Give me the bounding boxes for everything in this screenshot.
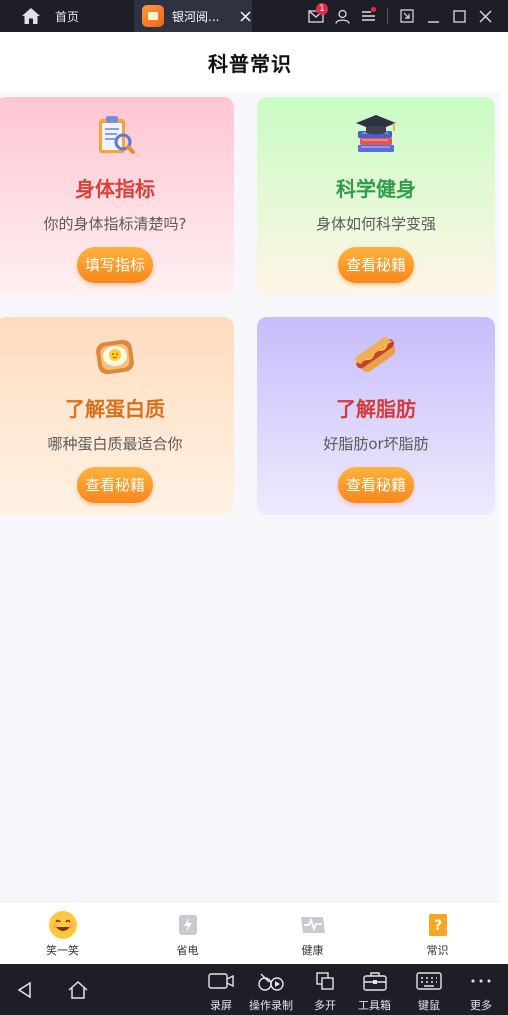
- battery-save-icon: [173, 910, 203, 940]
- egg-toast-icon: [91, 331, 139, 379]
- divider: [387, 8, 388, 24]
- macro-record-tool[interactable]: 操作录制: [249, 970, 293, 1013]
- card-subtitle: 哪种蛋白质最适合你: [47, 435, 183, 453]
- emulator-title-bar: 首页 银河阅... 1: [0, 0, 508, 32]
- close-window-button[interactable]: [472, 0, 498, 32]
- card-protein[interactable]: 了解蛋白质 哪种蛋白质最适合你 查看秘籍: [0, 317, 234, 515]
- multi-instance-tool[interactable]: 多开: [310, 970, 340, 1013]
- user-icon: [334, 9, 350, 24]
- home-tab-label: 首页: [55, 9, 80, 24]
- maximize-button[interactable]: [446, 0, 472, 32]
- more-icon: [466, 970, 496, 992]
- nav-tab-laugh[interactable]: 笑一笑: [0, 902, 125, 964]
- menu-button[interactable]: [355, 0, 381, 32]
- home-button[interactable]: [66, 978, 90, 1002]
- card-body-metrics[interactable]: 身体指标 你的身体指标清楚吗? 填写指标: [0, 97, 234, 295]
- record-screen-tool[interactable]: 录屏: [206, 970, 236, 1013]
- nav-label: 健康: [301, 944, 324, 957]
- emulator-toolbar: 录屏 操作录制 多开 工具箱 键鼠 更多: [0, 964, 508, 1015]
- clipboard-icon: [91, 111, 139, 159]
- toolbox-icon: [360, 970, 390, 992]
- close-tab-icon[interactable]: [238, 9, 252, 23]
- back-button[interactable]: [12, 978, 36, 1002]
- card-scientific-fitness[interactable]: 科学健身 身体如何科学变强 查看秘籍: [257, 97, 495, 295]
- app-tab-icon: [142, 5, 164, 27]
- macro-record-icon: [256, 970, 286, 992]
- card-subtitle: 身体如何科学变强: [315, 215, 436, 233]
- account-button[interactable]: [329, 0, 355, 32]
- question-book-icon: ?: [423, 910, 453, 940]
- multi-instance-icon: [310, 970, 340, 992]
- card-title: 身体指标: [75, 177, 155, 201]
- back-icon: [17, 981, 31, 999]
- fill-metrics-button[interactable]: 填写指标: [77, 247, 153, 283]
- message-button[interactable]: 1: [303, 0, 329, 32]
- shrink-icon: [400, 9, 414, 23]
- nav-tab-health[interactable]: 健康: [250, 902, 375, 964]
- minimize-icon: [427, 20, 439, 23]
- keyboard-icon: [414, 970, 444, 992]
- menu-dot: [371, 7, 376, 12]
- card-title: 了解蛋白质: [65, 397, 165, 421]
- tool-label: 录屏: [210, 999, 232, 1012]
- tool-label: 键鼠: [418, 999, 440, 1012]
- bottom-navigation: 笑一笑 省电 健康 ? 常识: [0, 901, 500, 964]
- home-outline-icon: [68, 980, 88, 999]
- app-screen: 科普常识 身体指标 你的身体指标清楚吗? 填写指标 科学健身 身体如何科学变强 …: [0, 32, 500, 964]
- maximize-icon: [452, 9, 466, 23]
- more-tool[interactable]: 更多: [466, 970, 496, 1013]
- books-graduation-cap-icon: [352, 111, 400, 159]
- view-tips-button[interactable]: 查看秘籍: [338, 247, 414, 283]
- smile-emoji-icon: [48, 910, 78, 940]
- close-icon: [479, 10, 491, 22]
- fullscreen-toggle-button[interactable]: [394, 0, 420, 32]
- view-tips-button[interactable]: 查看秘籍: [77, 467, 153, 503]
- card-title: 了解脂肪: [336, 397, 416, 421]
- card-title: 科学健身: [336, 177, 416, 201]
- nav-label: 常识: [426, 944, 449, 957]
- nav-tab-knowledge[interactable]: ? 常识: [375, 902, 500, 964]
- keymap-tool[interactable]: 键鼠: [414, 970, 444, 1013]
- home-icon: [20, 5, 42, 27]
- nav-label: 笑一笑: [46, 944, 79, 957]
- side-strip: [500, 32, 508, 964]
- screen-record-icon: [206, 970, 236, 992]
- view-tips-button[interactable]: 查看秘籍: [338, 467, 414, 503]
- toolbox-tool[interactable]: 工具箱: [358, 970, 391, 1013]
- tool-label: 操作录制: [249, 999, 293, 1012]
- nav-tab-power-save[interactable]: 省电: [125, 902, 250, 964]
- card-fat[interactable]: 了解脂肪 好脂肪or坏脂肪 查看秘籍: [257, 317, 495, 515]
- card-subtitle: 你的身体指标清楚吗?: [43, 215, 187, 233]
- heartbeat-icon: [298, 910, 328, 940]
- page-title: 科普常识: [208, 51, 292, 76]
- svg-text:?: ?: [433, 918, 441, 934]
- tool-label: 多开: [314, 999, 336, 1012]
- card-subtitle: 好脂肪or坏脂肪: [323, 435, 429, 453]
- tool-label: 更多: [470, 999, 492, 1012]
- nav-label: 省电: [176, 944, 199, 957]
- page-header: 科普常识: [0, 32, 500, 92]
- notification-badge: 1: [316, 3, 328, 15]
- minimize-button[interactable]: [420, 0, 446, 32]
- app-tab-label: 银河阅...: [172, 9, 220, 24]
- home-tab[interactable]: 首页: [0, 0, 134, 32]
- hotdog-icon: [352, 331, 400, 379]
- tool-label: 工具箱: [358, 999, 391, 1012]
- app-tab[interactable]: 银河阅...: [134, 0, 252, 32]
